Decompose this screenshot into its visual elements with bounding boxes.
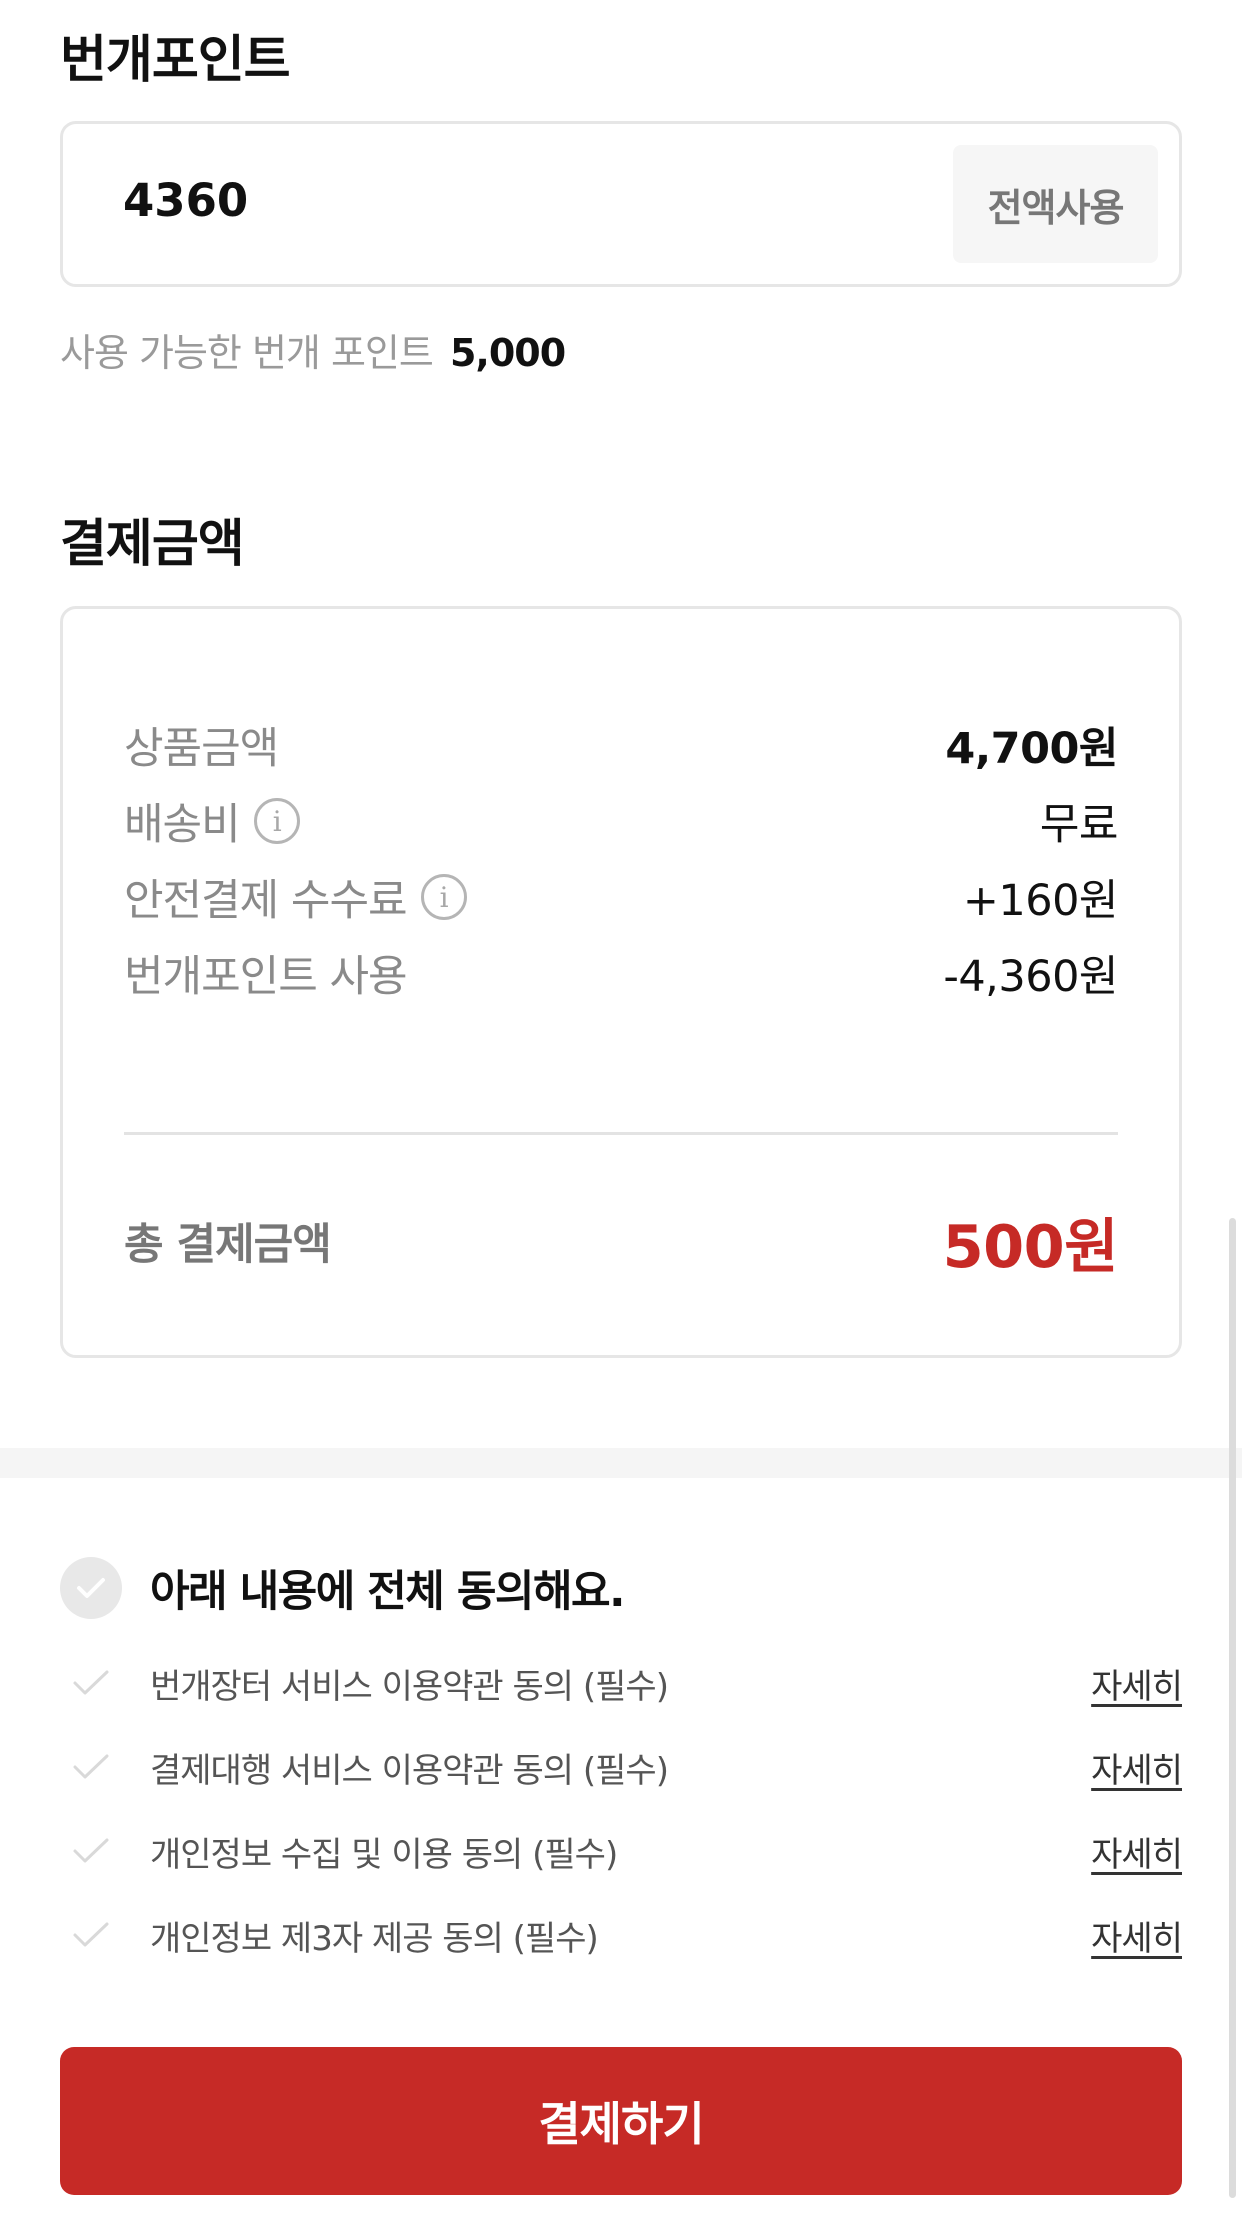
summary-value: +160원 [962,876,1119,926]
available-points: 사용 가능한 번개 포인트 5,000 [60,322,566,377]
summary-label: 배송비 [124,800,241,850]
check-icon [60,1837,122,1865]
agreement-item: 번개장터 서비스 이용약관 동의 (필수) 자세히 [60,1658,1183,1708]
agree-all-checkbox[interactable]: 아래 내용에 전체 동의해요. [60,1557,625,1619]
use-all-button[interactable]: 전액사용 [953,145,1158,263]
summary-divider [124,1132,1118,1135]
total-label: 총 결제금액 [124,1220,332,1270]
info-icon[interactable]: i [253,798,300,844]
summary-label: 안전결제 수수료 [124,876,408,926]
check-circle-icon [60,1557,122,1619]
summary-value: 무료 [1039,800,1119,850]
payment-section-title: 결제금액 [60,515,245,574]
agreement-label: 개인정보 수집 및 이용 동의 (필수) [150,1834,618,1875]
summary-value: 4,700원 [945,724,1118,774]
pay-button[interactable]: 결제하기 [60,2047,1182,2195]
check-icon [60,1753,122,1781]
available-points-label: 사용 가능한 번개 포인트 [60,331,434,375]
agreement-checkbox[interactable]: 번개장터 서비스 이용약관 동의 (필수) [60,1659,669,1708]
points-section-title: 번개포인트 [60,31,291,90]
agreement-item: 결제대행 서비스 이용약관 동의 (필수) 자세히 [60,1742,1183,1792]
detail-link[interactable]: 자세히 [1091,1827,1183,1876]
agreement-item: 개인정보 제3자 제공 동의 (필수) 자세히 [60,1910,1183,1960]
agreement-checkbox[interactable]: 개인정보 제3자 제공 동의 (필수) [60,1911,599,1960]
check-icon [60,1921,122,1949]
summary-row-product: 상품금액 4,700원 [124,715,1118,775]
scrollbar[interactable] [1229,1218,1236,2198]
detail-link[interactable]: 자세히 [1091,1659,1183,1708]
agreement-checkbox[interactable]: 결제대행 서비스 이용약관 동의 (필수) [60,1743,669,1792]
detail-link[interactable]: 자세히 [1091,1911,1183,1960]
info-icon[interactable]: i [420,874,467,920]
section-divider-band [0,1448,1242,1478]
summary-label: 번개포인트 사용 [124,952,408,1002]
agree-all-label: 아래 내용에 전체 동의해요. [150,1567,625,1617]
agreement-item: 개인정보 수집 및 이용 동의 (필수) 자세히 [60,1826,1183,1876]
checkout-page: 번개포인트 전액사용 사용 가능한 번개 포인트 5,000 결제금액 상품금액… [0,0,1242,2221]
available-points-amount: 5,000 [449,331,566,375]
summary-row-points-used: 번개포인트 사용 -4,360원 [124,943,1118,1003]
summary-value: -4,360원 [943,952,1118,1002]
payment-summary-box: 상품금액 4,700원 배송비 i 무료 안전결제 수수료 i +160원 번개… [60,606,1182,1358]
detail-link[interactable]: 자세히 [1091,1743,1183,1792]
points-input[interactable] [123,174,683,227]
agreement-label: 개인정보 제3자 제공 동의 (필수) [150,1918,599,1959]
points-input-box: 전액사용 [60,121,1182,287]
agreement-checkbox[interactable]: 개인정보 수집 및 이용 동의 (필수) [60,1827,618,1876]
summary-label: 상품금액 [124,724,279,774]
check-icon [60,1669,122,1697]
summary-row-safe-pay-fee: 안전결제 수수료 i +160원 [124,867,1119,927]
total-value: 500원 [942,1211,1119,1281]
agreement-label: 번개장터 서비스 이용약관 동의 (필수) [150,1666,669,1707]
agreement-label: 결제대행 서비스 이용약관 동의 (필수) [150,1750,669,1791]
summary-row-shipping: 배송비 i 무료 [124,791,1119,851]
summary-row-total: 총 결제금액 500원 [124,1201,1119,1281]
